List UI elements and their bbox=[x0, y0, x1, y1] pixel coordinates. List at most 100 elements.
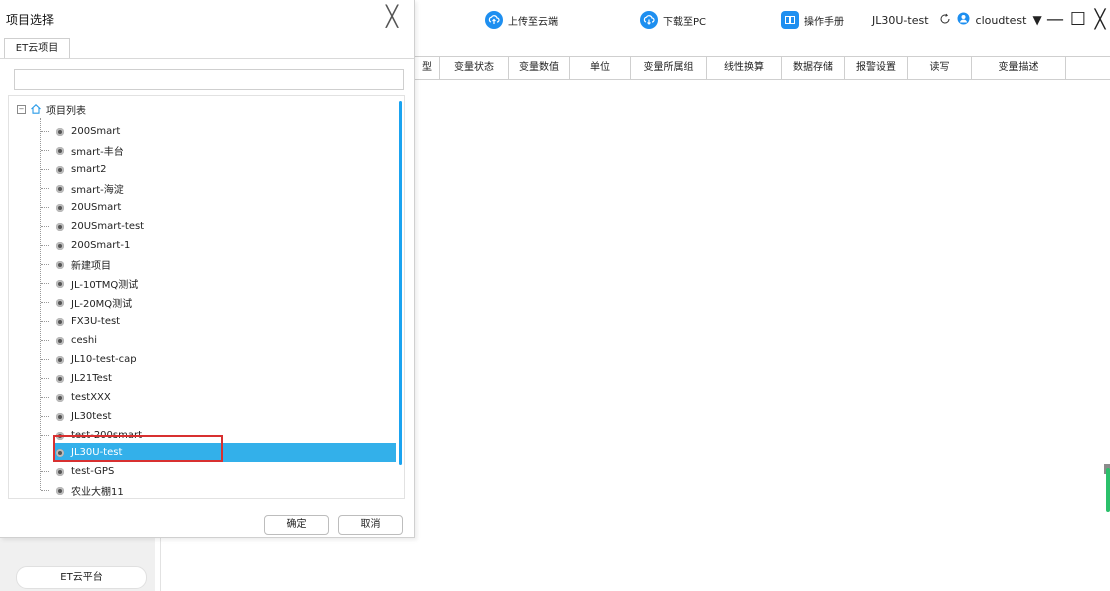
refresh-icon[interactable] bbox=[939, 13, 951, 28]
project-label: 200Smart-1 bbox=[71, 240, 131, 251]
list-item[interactable]: 200Smart bbox=[41, 122, 396, 141]
cloud-upload-icon bbox=[485, 11, 503, 29]
project-select-dialog: 项目选择 ╳ ET云项目 − 项目列表 200Smart smart-丰台 sm… bbox=[0, 0, 415, 538]
list-item[interactable]: 20USmart-test bbox=[41, 217, 396, 236]
column-header[interactable]: 报警设置 bbox=[844, 57, 907, 79]
project-node-icon bbox=[56, 412, 64, 421]
project-label: JL30test bbox=[71, 411, 112, 422]
list-item[interactable]: smart-海淀 bbox=[41, 179, 396, 198]
manual-label: 操作手册 bbox=[804, 16, 844, 28]
cancel-button[interactable]: 取消 bbox=[338, 515, 403, 535]
confirm-button[interactable]: 确定 bbox=[264, 515, 329, 535]
project-label: JL21Test bbox=[71, 373, 112, 384]
column-header[interactable]: 变量状态 bbox=[439, 57, 508, 79]
project-node-icon bbox=[56, 127, 64, 136]
project-label: test-GPS bbox=[71, 466, 115, 477]
et-cloud-platform-button[interactable]: ET云平台 bbox=[16, 566, 147, 589]
column-header[interactable]: 单位 bbox=[569, 57, 630, 79]
project-node-icon bbox=[56, 260, 64, 269]
project-label: JL-20MQ测试 bbox=[71, 299, 133, 310]
download-to-pc-button[interactable]: 下载至PC bbox=[640, 10, 706, 30]
project-node-icon bbox=[56, 467, 64, 476]
project-label: FX3U-test bbox=[71, 316, 121, 327]
project-node-icon bbox=[56, 146, 64, 155]
upload-label: 上传至云端 bbox=[508, 16, 558, 28]
project-node-icon bbox=[56, 486, 64, 495]
project-label: JL10-test-cap bbox=[71, 354, 137, 365]
project-label: smart2 bbox=[71, 164, 107, 175]
list-item[interactable]: JL30test bbox=[41, 407, 396, 426]
dialog-close-icon[interactable]: ╳ bbox=[386, 6, 398, 26]
project-search-input[interactable] bbox=[14, 69, 404, 90]
project-tree: − 项目列表 200Smart smart-丰台 smart2 smart-海淀… bbox=[8, 95, 405, 499]
tree-root-label: 项目列表 bbox=[46, 105, 86, 117]
list-item[interactable]: smart2 bbox=[41, 160, 396, 179]
project-node-icon bbox=[56, 241, 64, 250]
column-header[interactable]: 变量描述 bbox=[971, 57, 1066, 79]
list-item[interactable]: 新建项目 bbox=[41, 255, 396, 274]
list-item[interactable]: 农业大棚11 bbox=[41, 481, 396, 498]
list-item[interactable]: smart-丰台 bbox=[41, 141, 396, 160]
project-node-icon bbox=[56, 336, 64, 345]
project-label: smart-海淀 bbox=[71, 185, 124, 196]
project-node-icon bbox=[56, 317, 64, 326]
project-node-icon bbox=[56, 203, 64, 212]
project-label: 新建项目 bbox=[71, 261, 111, 272]
project-label: 20USmart bbox=[71, 202, 122, 213]
project-label: ceshi bbox=[71, 335, 97, 346]
list-item[interactable]: 20USmart bbox=[41, 198, 396, 217]
project-node-icon bbox=[56, 355, 64, 364]
list-item[interactable]: JL-20MQ测试 bbox=[41, 293, 396, 312]
project-node-icon bbox=[56, 222, 64, 231]
manual-button[interactable]: 操作手册 bbox=[781, 10, 844, 30]
maximize-button[interactable]: ☐ bbox=[1068, 8, 1088, 30]
edge-accent-bar[interactable] bbox=[1106, 468, 1110, 512]
list-item[interactable]: testXXX bbox=[41, 388, 396, 407]
tab-et-cloud-projects[interactable]: ET云项目 bbox=[4, 38, 70, 59]
project-label: testXXX bbox=[71, 392, 111, 403]
user-avatar-icon bbox=[957, 12, 970, 28]
tree-scrollbar[interactable] bbox=[399, 101, 402, 465]
home-icon bbox=[31, 104, 41, 114]
project-node-icon bbox=[56, 184, 64, 193]
column-header[interactable]: 变量数值 bbox=[508, 57, 569, 79]
project-node-icon bbox=[56, 393, 64, 402]
list-item[interactable]: JL10-test-cap bbox=[41, 350, 396, 369]
sidebar-divider bbox=[160, 538, 161, 591]
project-label: 20USmart-test bbox=[71, 221, 145, 232]
column-header[interactable]: 变量所属组 bbox=[630, 57, 706, 79]
dialog-title: 项目选择 bbox=[6, 13, 55, 27]
list-item[interactable]: JL-10TMQ测试 bbox=[41, 274, 396, 293]
upload-to-cloud-button[interactable]: 上传至云端 bbox=[485, 10, 558, 30]
project-label: JL-10TMQ测试 bbox=[71, 280, 139, 291]
current-project-label: JL30U-test bbox=[872, 13, 929, 27]
list-item[interactable]: FX3U-test bbox=[41, 312, 396, 331]
collapse-icon[interactable]: − bbox=[17, 104, 26, 114]
username-label[interactable]: cloudtest bbox=[976, 14, 1027, 27]
list-item[interactable]: ceshi bbox=[41, 331, 396, 350]
column-header[interactable]: 数据存储 bbox=[781, 57, 844, 79]
tree-root[interactable]: − 项目列表 bbox=[17, 101, 86, 117]
variable-table-header: 型 变量状态 变量数值 单位 变量所属组 线性换算 数据存储 报警设置 读写 变… bbox=[415, 56, 1110, 80]
project-node-icon bbox=[56, 279, 64, 288]
project-node-icon bbox=[56, 298, 64, 307]
download-label: 下载至PC bbox=[663, 16, 707, 28]
list-item[interactable]: JL21Test bbox=[41, 369, 396, 388]
list-item[interactable]: 200Smart-1 bbox=[41, 236, 396, 255]
cloud-download-icon bbox=[640, 11, 658, 29]
highlight-box bbox=[53, 435, 223, 462]
project-label: 200Smart bbox=[71, 126, 121, 137]
list-item[interactable]: test-GPS bbox=[41, 462, 396, 481]
top-toolbar: 上传至云端 下载至PC 操作手册 JL30U-test cloudtest ▼ … bbox=[415, 0, 1110, 40]
column-header[interactable]: 线性换算 bbox=[706, 57, 781, 79]
user-area: JL30U-test cloudtest ▼ bbox=[872, 10, 1042, 30]
minimize-button[interactable]: — bbox=[1045, 8, 1065, 30]
column-header[interactable]: 型 bbox=[415, 57, 439, 79]
book-icon bbox=[781, 11, 799, 29]
user-dropdown-icon[interactable]: ▼ bbox=[1032, 13, 1041, 27]
column-header[interactable]: 读写 bbox=[907, 57, 971, 79]
close-window-button[interactable]: ╳ bbox=[1090, 8, 1110, 30]
project-node-icon bbox=[56, 374, 64, 383]
project-label: smart-丰台 bbox=[71, 147, 124, 158]
tab-divider bbox=[0, 58, 414, 59]
